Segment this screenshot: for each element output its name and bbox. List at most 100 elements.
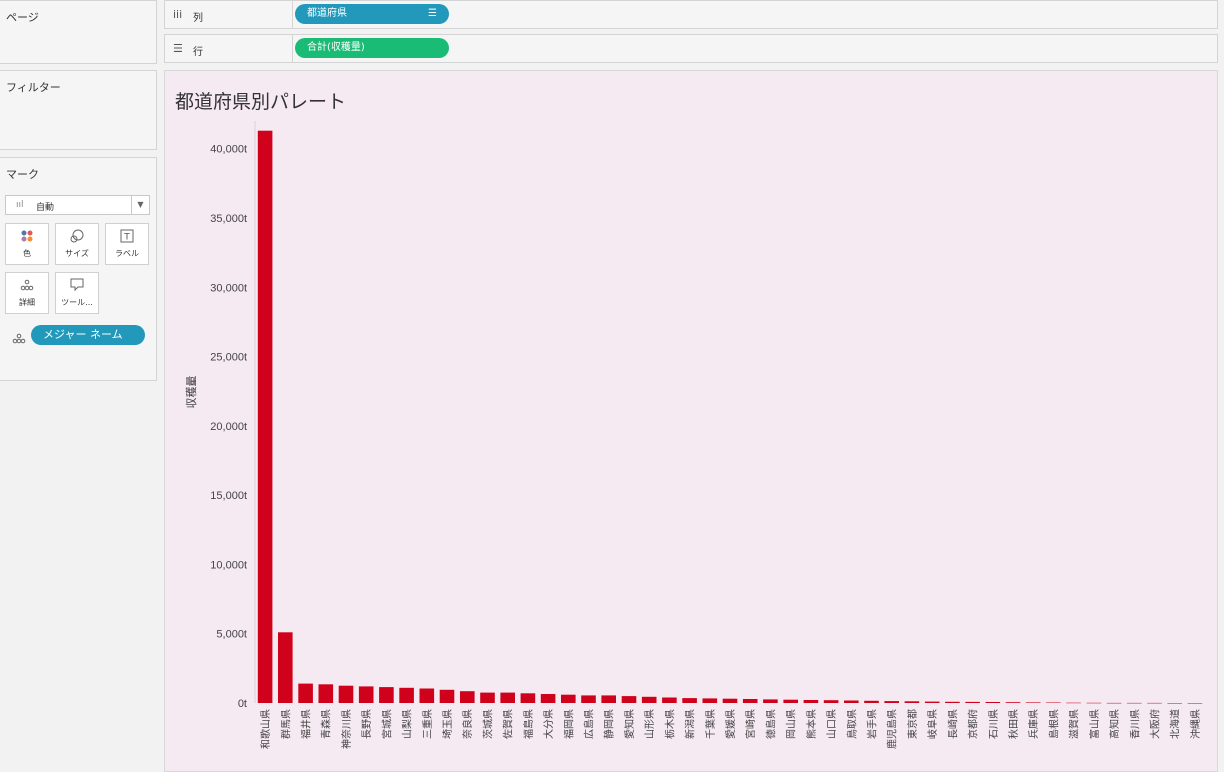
columns-shelf[interactable]: iii 列 都道府県 ☰ — [164, 0, 1218, 29]
bar[interactable] — [601, 695, 616, 703]
bar[interactable] — [924, 701, 940, 703]
prefecture-pill[interactable]: 都道府県 ☰ — [295, 4, 449, 24]
x-tick-label: 東京都 — [906, 709, 919, 739]
x-tick-label: 鳥取県 — [845, 709, 858, 739]
filters-card[interactable]: フィルター — [0, 70, 157, 150]
bar[interactable] — [702, 698, 718, 703]
x-tick-label: 長崎県 — [946, 709, 959, 739]
y-tick-label: 10,000t — [210, 559, 247, 571]
bar[interactable] — [1147, 702, 1162, 704]
bar[interactable] — [722, 698, 738, 703]
marks-card: マーク ııl 自動 ▼ 色 サイズ T ラベル 詳細 ツール... メジャー … — [0, 157, 157, 381]
bar[interactable] — [803, 700, 819, 703]
label-t-icon: T — [106, 229, 148, 245]
x-tick-label: 岡山県 — [786, 709, 798, 739]
x-tick-label: 兵庫県 — [1027, 709, 1040, 739]
bar[interactable] — [1127, 702, 1142, 704]
bar[interactable] — [318, 684, 334, 703]
bar[interactable] — [844, 700, 859, 704]
bar[interactable] — [904, 701, 920, 703]
x-tick-label: 秋田県 — [1007, 709, 1020, 739]
bar[interactable] — [278, 632, 293, 703]
x-tick-label: 徳島県 — [764, 709, 777, 739]
bar[interactable] — [399, 687, 414, 703]
x-tick-label: 三重県 — [421, 709, 434, 739]
color-button[interactable]: 色 — [5, 223, 49, 265]
x-tick-label: 福島県 — [522, 709, 535, 739]
x-tick-label: 鹿児島県 — [886, 709, 899, 749]
bar[interactable] — [1025, 702, 1041, 703]
left-panel: ページ フィルター マーク ııl 自動 ▼ 色 サイズ T ラベル 詳細 ツー… — [0, 0, 158, 772]
y-tick-label: 25,000t — [210, 352, 247, 364]
x-tick-label: 京都府 — [967, 709, 980, 739]
detail-button[interactable]: 詳細 — [5, 272, 49, 314]
x-tick-label: 滋賀県 — [1068, 709, 1081, 739]
x-tick-label: 沖縄県 — [1189, 709, 1202, 739]
bar[interactable] — [581, 695, 596, 703]
pages-card: ページ — [0, 0, 157, 64]
bar[interactable] — [682, 698, 697, 703]
bar[interactable] — [985, 702, 1001, 703]
bar[interactable] — [945, 701, 960, 703]
x-tick-label: 福井県 — [300, 709, 313, 739]
bar[interactable] — [338, 685, 354, 703]
rows-shelf[interactable]: ☰ 行 合計(収穫量) — [164, 34, 1218, 63]
bar[interactable] — [540, 694, 556, 703]
tooltip-button[interactable]: ツール... — [55, 272, 99, 314]
bar[interactable] — [965, 701, 980, 703]
bar[interactable] — [257, 130, 273, 703]
x-tick-label: 宮崎県 — [744, 709, 757, 739]
bar[interactable] — [520, 693, 536, 703]
bar[interactable] — [1187, 703, 1203, 704]
y-axis: 0t 5,000t 10,000t 15,000t 20,000t 25,000t 30,0… — [185, 121, 256, 710]
bar[interactable] — [1167, 703, 1182, 704]
bar[interactable] — [1086, 702, 1102, 704]
measure-names-pill[interactable]: メジャー ネーム — [31, 325, 145, 345]
x-tick-label: 千葉県 — [704, 709, 717, 739]
bar[interactable] — [480, 692, 495, 703]
rows-label: 行 — [193, 47, 203, 58]
columns-icon: iii — [173, 8, 183, 21]
bar-chart: 0t 5,000t 10,000t 15,000t 20,000t 25,000t 30,0… — [185, 121, 1203, 749]
x-tick-label: 北海道 — [1169, 709, 1182, 739]
bar[interactable] — [561, 694, 576, 703]
mark-type-dropdown[interactable]: ııl 自動 ▼ — [5, 195, 150, 215]
bar[interactable] — [500, 692, 515, 703]
harvest-sum-pill[interactable]: 合計(収穫量) — [295, 38, 449, 58]
x-tick-label: 茨城県 — [481, 709, 494, 739]
sort-descending-icon[interactable]: ☰ — [428, 4, 437, 24]
svg-text:T: T — [123, 233, 130, 243]
bar[interactable] — [823, 700, 839, 703]
x-tick-label: 岐阜県 — [926, 709, 939, 739]
bar[interactable] — [439, 689, 455, 703]
x-tick-label: 和歌山県 — [259, 709, 272, 749]
bar[interactable] — [460, 691, 475, 703]
bar[interactable] — [1106, 702, 1122, 704]
y-tick-label: 20,000t — [210, 421, 247, 433]
x-tick-label: 埼玉県 — [441, 709, 454, 739]
bar[interactable] — [662, 697, 677, 704]
rows-shelf-label: ☰ 行 — [165, 35, 293, 62]
bar[interactable] — [763, 699, 778, 703]
y-tick-label: 5,000t — [216, 629, 247, 641]
label-button[interactable]: T ラベル — [105, 223, 149, 265]
bar[interactable] — [783, 699, 798, 703]
bar[interactable] — [1046, 702, 1061, 704]
bar[interactable] — [379, 687, 394, 703]
bar[interactable] — [742, 699, 758, 703]
tooltip-speech-icon — [56, 278, 98, 294]
x-tick-label: 岩手県 — [866, 709, 879, 739]
bar[interactable] — [358, 686, 374, 703]
sort-icon[interactable]: ≡ — [189, 379, 197, 389]
bar[interactable] — [419, 688, 435, 704]
size-button[interactable]: サイズ — [55, 223, 99, 265]
chevron-down-icon[interactable]: ▼ — [131, 196, 149, 214]
bar[interactable] — [864, 700, 879, 703]
bar[interactable] — [1005, 702, 1021, 703]
bar[interactable] — [884, 701, 899, 703]
x-tick-label: 神奈川県 — [340, 709, 353, 749]
bar[interactable] — [621, 696, 637, 703]
bar[interactable] — [1066, 702, 1081, 704]
bar[interactable] — [298, 683, 313, 703]
bar[interactable] — [641, 696, 657, 703]
